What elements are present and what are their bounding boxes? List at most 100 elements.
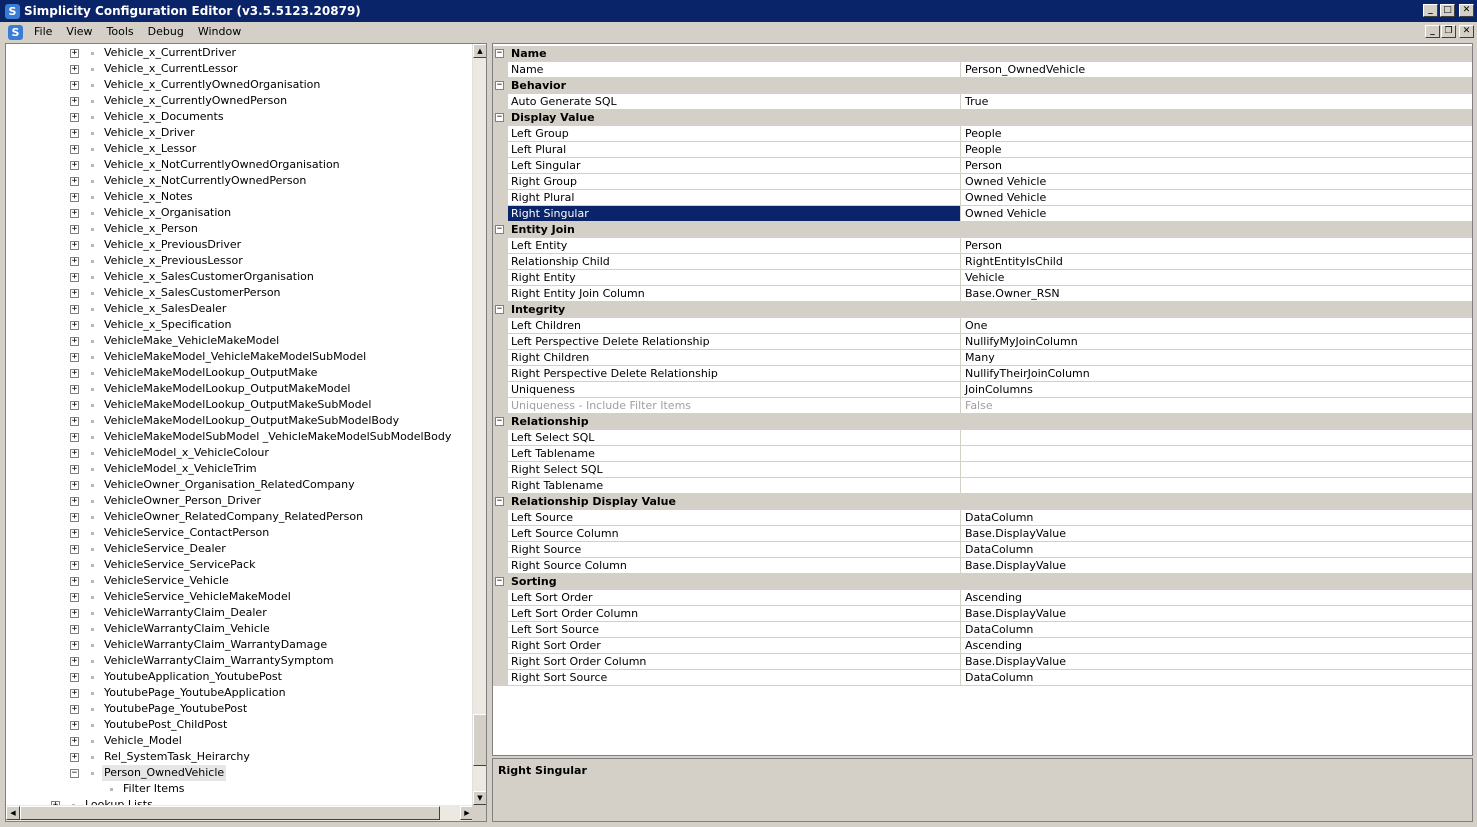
property-value[interactable]: People [961, 126, 1472, 142]
property-name[interactable]: Right Group [508, 174, 961, 190]
property-category[interactable]: − Display Value [493, 110, 1472, 126]
tree-item[interactable]: + Vehicle_x_Organisation [6, 205, 474, 221]
expand-plus-icon[interactable]: + [70, 737, 79, 746]
collapse-minus-icon[interactable]: − [495, 417, 504, 426]
tree-item-label[interactable]: VehicleMakeModel_VehicleMakeModelSubMode… [102, 349, 368, 365]
tree-item-label[interactable]: Vehicle_x_SalesCustomerPerson [102, 285, 283, 301]
tree-item[interactable]: + Vehicle_x_NotCurrentlyOwnedPerson [6, 173, 474, 189]
tree-item[interactable]: + VehicleService_Dealer [6, 541, 474, 557]
property-value[interactable]: DataColumn [961, 510, 1472, 526]
tree-item-label[interactable]: VehicleOwner_Person_Driver [102, 493, 263, 509]
property-row[interactable]: Name Person_OwnedVehicle [493, 62, 1472, 78]
property-value[interactable]: NullifyMyJoinColumn [961, 334, 1472, 350]
tree-item-label[interactable]: VehicleOwner_RelatedCompany_RelatedPerso… [102, 509, 365, 525]
expand-plus-icon[interactable]: + [70, 241, 79, 250]
property-name[interactable]: Right Source Column [508, 558, 961, 574]
tree-item[interactable]: + VehicleWarrantyClaim_WarrantySymptom [6, 653, 474, 669]
property-row[interactable]: Left Select SQL [493, 430, 1472, 446]
property-name[interactable]: Relationship Child [508, 254, 961, 270]
expand-plus-icon[interactable]: + [70, 529, 79, 538]
tree-item[interactable]: + VehicleMakeModel_VehicleMakeModelSubMod… [6, 349, 474, 365]
tree-item-label[interactable]: VehicleMake_VehicleMakeModel [102, 333, 281, 349]
expand-plus-icon[interactable]: + [70, 753, 79, 762]
menu-window[interactable]: Window [191, 22, 248, 42]
tree-item-label[interactable]: Vehicle_x_Notes [102, 189, 195, 205]
tree-item[interactable]: + Rel_SystemTask_Heirarchy [6, 749, 474, 765]
tree-item[interactable]: + Vehicle_x_Documents [6, 109, 474, 125]
tree-item[interactable]: + Vehicle_x_CurrentDriver [6, 45, 474, 61]
tree-item-label[interactable]: Vehicle_x_CurrentlyOwnedOrganisation [102, 77, 322, 93]
expand-plus-icon[interactable]: + [70, 609, 79, 618]
expand-plus-icon[interactable]: + [70, 721, 79, 730]
tree-item[interactable]: + Vehicle_x_SalesCustomerPerson [6, 285, 474, 301]
property-name[interactable]: Left Source [508, 510, 961, 526]
expand-plus-icon[interactable]: + [70, 353, 79, 362]
tree-item-label[interactable]: Vehicle_x_CurrentlyOwnedPerson [102, 93, 289, 109]
expand-plus-icon[interactable]: + [70, 561, 79, 570]
property-category[interactable]: − Behavior [493, 78, 1472, 94]
property-row[interactable]: Left Group People [493, 126, 1472, 142]
property-value[interactable]: DataColumn [961, 670, 1472, 686]
property-name[interactable]: Uniqueness [508, 382, 961, 398]
mdi-app-icon[interactable]: S [8, 24, 23, 40]
tree-item[interactable]: + Vehicle_x_PreviousDriver [6, 237, 474, 253]
tree-item-label[interactable]: Vehicle_x_Person [102, 221, 200, 237]
tree-item[interactable]: + VehicleOwner_Person_Driver [6, 493, 474, 509]
tree-item[interactable]: + VehicleMakeModelLookup_OutputMakeSubMod… [6, 397, 474, 413]
expand-plus-icon[interactable]: + [70, 289, 79, 298]
tree-item[interactable]: + VehicleOwner_RelatedCompany_RelatedPers… [6, 509, 474, 525]
property-row[interactable]: Left Sort Source DataColumn [493, 622, 1472, 638]
property-name[interactable]: Right Singular [508, 206, 961, 222]
property-name[interactable]: Right Perspective Delete Relationship [508, 366, 961, 382]
property-value[interactable]: Ascending [961, 638, 1472, 654]
property-category[interactable]: − Name [493, 46, 1472, 62]
tree-horizontal-scrollbar[interactable]: ◀ ▶ [6, 805, 474, 821]
property-value[interactable]: False [961, 398, 1472, 414]
tree-item-label[interactable]: Vehicle_x_CurrentDriver [102, 45, 238, 61]
tree-item-label[interactable]: VehicleMakeModelLookup_OutputMakeSubMode… [102, 397, 373, 413]
title-bar[interactable]: S Simplicity Configuration Editor (v3.5.… [0, 0, 1477, 22]
tree-item[interactable]: + VehicleMakeModelLookup_OutputMake [6, 365, 474, 381]
collapse-minus-icon[interactable]: − [70, 769, 79, 778]
tree-item-label[interactable]: VehicleWarrantyClaim_WarrantySymptom [102, 653, 336, 669]
collapse-minus-icon[interactable]: − [495, 225, 504, 234]
tree-item-label[interactable]: Vehicle_x_Organisation [102, 205, 233, 221]
tree-item[interactable]: + Vehicle_x_SalesCustomerOrganisation [6, 269, 474, 285]
tree-item[interactable]: + VehicleModel_x_VehicleTrim [6, 461, 474, 477]
expand-plus-icon[interactable]: + [70, 705, 79, 714]
property-value[interactable]: Base.DisplayValue [961, 526, 1472, 542]
property-row[interactable]: Right Perspective Delete Relationship Nul… [493, 366, 1472, 382]
property-row[interactable]: Left Sort Order Column Base.DisplayValue [493, 606, 1472, 622]
property-name[interactable]: Left Sort Source [508, 622, 961, 638]
property-name[interactable]: Right Source [508, 542, 961, 558]
tree-vertical-scrollbar[interactable]: ▲ ▼ [472, 44, 486, 805]
property-name[interactable]: Right Sort Order Column [508, 654, 961, 670]
tree-item-label[interactable]: VehicleService_Dealer [102, 541, 228, 557]
tree-item-label[interactable]: VehicleService_ServicePack [102, 557, 257, 573]
property-row[interactable]: Relationship Child RightEntityIsChild [493, 254, 1472, 270]
collapse-minus-icon[interactable]: − [495, 81, 504, 90]
property-category[interactable]: − Sorting [493, 574, 1472, 590]
tree-item[interactable]: + Vehicle_Model [6, 733, 474, 749]
tree-item[interactable]: − Person_OwnedVehicle [6, 765, 474, 781]
property-name[interactable]: Uniqueness - Include Filter Items [508, 398, 961, 414]
tree-item[interactable]: + VehicleWarrantyClaim_Dealer [6, 605, 474, 621]
tree-item-label[interactable]: VehicleMakeModelLookup_OutputMakeModel [102, 381, 352, 397]
tree-item-label[interactable]: YoutubePage_YoutubeApplication [102, 685, 288, 701]
expand-plus-icon[interactable]: + [70, 657, 79, 666]
property-value[interactable]: RightEntityIsChild [961, 254, 1472, 270]
property-value[interactable]: Person_OwnedVehicle [961, 62, 1472, 78]
tree-item[interactable]: + Vehicle_x_PreviousLessor [6, 253, 474, 269]
tree-item-label[interactable]: VehicleMakeModelSubModel _VehicleMakeMod… [102, 429, 453, 445]
scroll-up-arrow-icon[interactable]: ▲ [473, 44, 486, 58]
property-value[interactable]: DataColumn [961, 622, 1472, 638]
property-value[interactable]: People [961, 142, 1472, 158]
expand-plus-icon[interactable]: + [70, 273, 79, 282]
tree-item[interactable]: + Vehicle_x_CurrentlyOwnedPerson [6, 93, 474, 109]
tree-item[interactable]: Filter Items [6, 781, 474, 797]
property-row[interactable]: Right Select SQL [493, 462, 1472, 478]
expand-plus-icon[interactable]: + [70, 465, 79, 474]
expand-plus-icon[interactable]: + [70, 545, 79, 554]
property-name[interactable]: Right Children [508, 350, 961, 366]
property-row[interactable]: Left Singular Person [493, 158, 1472, 174]
